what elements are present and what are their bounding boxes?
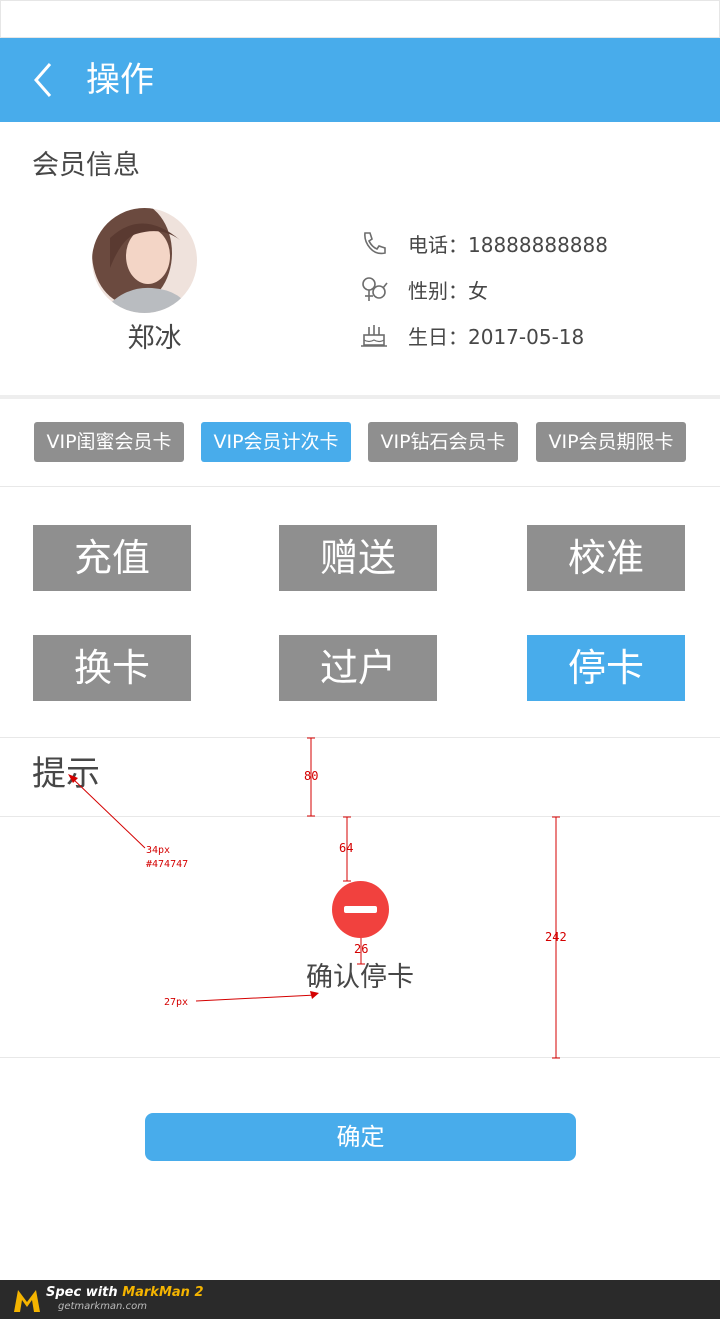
spec-label: #474747 xyxy=(146,859,188,870)
status-bar xyxy=(0,0,720,38)
change-card-button[interactable]: 换卡 xyxy=(33,635,191,701)
card-tab-bestie[interactable]: VIP闺蜜会员卡 xyxy=(34,422,184,462)
chevron-left-icon xyxy=(34,63,52,97)
section-divider xyxy=(0,395,720,399)
birthday-row: 生日：2017-05-18 xyxy=(360,315,584,355)
card-tab-count[interactable]: VIP会员计次卡 xyxy=(201,422,351,462)
card-tab-term[interactable]: VIP会员期限卡 xyxy=(536,422,686,462)
avatar-photo xyxy=(92,208,197,313)
gender-icon xyxy=(362,277,388,301)
gender-text: 性别：女 xyxy=(408,278,488,303)
stop-card-button[interactable]: 停卡 xyxy=(527,635,685,701)
back-button[interactable] xyxy=(24,56,64,104)
page-title: 操作 xyxy=(86,60,154,100)
phone-row: 电话：18888888888 xyxy=(360,223,608,263)
divider xyxy=(0,816,720,817)
footer-url: getmarkman.com xyxy=(58,1301,147,1312)
recharge-button[interactable]: 充值 xyxy=(33,525,191,591)
gender-row: 性别：女 xyxy=(360,269,488,309)
footer-brand-prefix: Spec with xyxy=(46,1285,123,1300)
transfer-button[interactable]: 过户 xyxy=(279,635,437,701)
divider xyxy=(0,486,720,487)
confirm-button[interactable]: 确定 xyxy=(145,1113,576,1161)
birthday-cake-icon xyxy=(361,325,387,347)
spec-label: 26 xyxy=(354,942,368,956)
spec-label: 64 xyxy=(339,841,353,855)
phone-text: 电话：18888888888 xyxy=(408,232,608,257)
spec-label: 34px xyxy=(146,845,170,856)
spec-label: 80 xyxy=(304,769,318,783)
nav-header: 操作 xyxy=(0,38,720,122)
phone-icon xyxy=(364,232,386,255)
birthday-text: 生日：2017-05-18 xyxy=(408,324,585,349)
spec-label: 242 xyxy=(545,930,567,944)
markman-footer: Spec with MarkMan 2 getmarkman.com xyxy=(0,1280,720,1319)
divider xyxy=(0,1057,720,1058)
footer-brand: Spec with MarkMan 2 xyxy=(46,1285,204,1300)
avatar xyxy=(92,208,197,313)
footer-brand-name: MarkMan 2 xyxy=(122,1285,204,1300)
divider xyxy=(0,737,720,738)
tip-title: 提示 xyxy=(32,754,100,794)
member-info-heading: 会员信息 xyxy=(32,150,140,181)
gift-button[interactable]: 赠送 xyxy=(279,525,437,591)
member-name: 郑冰 xyxy=(127,323,182,354)
card-tab-diamond[interactable]: VIP钻石会员卡 xyxy=(368,422,518,462)
calibrate-button[interactable]: 校准 xyxy=(527,525,685,591)
markman-logo-icon xyxy=(14,1290,40,1312)
confirm-message: 确认停卡 xyxy=(306,962,414,993)
stop-icon xyxy=(332,881,389,938)
spec-label: 27px xyxy=(164,997,188,1008)
